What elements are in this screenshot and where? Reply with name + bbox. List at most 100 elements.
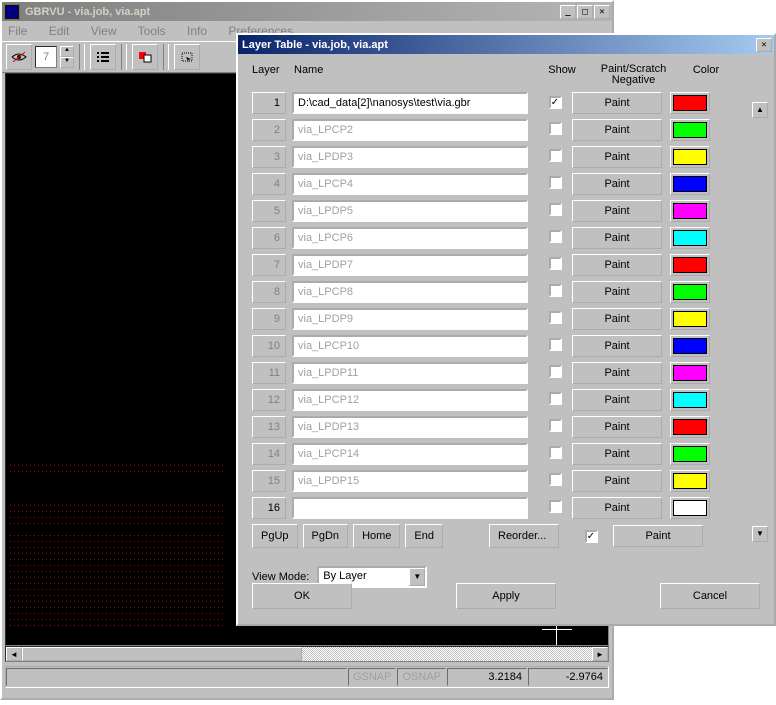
layer-name-input[interactable]: via_LPCP8: [292, 281, 528, 303]
home-button[interactable]: Home: [353, 524, 400, 548]
layer-number-button[interactable]: 15: [252, 470, 286, 492]
pgdn-button[interactable]: PgDn: [303, 524, 349, 548]
show-checkbox[interactable]: [549, 149, 562, 162]
scroll-down-icon[interactable]: ▼: [752, 526, 768, 542]
layer-number-button[interactable]: 6: [252, 227, 286, 249]
color-button[interactable]: [670, 200, 710, 222]
layer-name-input[interactable]: via_LPCP4: [292, 173, 528, 195]
pgup-button[interactable]: PgUp: [252, 524, 298, 548]
paint-button[interactable]: Paint: [572, 254, 662, 276]
layer-number-button[interactable]: 11: [252, 362, 286, 384]
layer-name-input[interactable]: via_LPDP9: [292, 308, 528, 330]
layer-name-input[interactable]: via_LPCP6: [292, 227, 528, 249]
tool-select-icon[interactable]: [174, 44, 200, 70]
show-checkbox[interactable]: [549, 257, 562, 270]
color-button[interactable]: [670, 389, 710, 411]
paint-button[interactable]: Paint: [572, 389, 662, 411]
menu-tools[interactable]: Tools: [138, 24, 166, 38]
layer-name-input[interactable]: via_LPDP11: [292, 362, 528, 384]
show-checkbox[interactable]: [549, 311, 562, 324]
layer-name-input[interactable]: via_LPDP3: [292, 146, 528, 168]
status-osnap[interactable]: OSNAP: [397, 668, 446, 686]
layer-name-input[interactable]: via_LPDP5: [292, 200, 528, 222]
layer-name-input[interactable]: via_LPDP7: [292, 254, 528, 276]
show-checkbox[interactable]: [549, 230, 562, 243]
color-button[interactable]: [670, 497, 710, 519]
paint-button[interactable]: Paint: [572, 470, 662, 492]
apply-button[interactable]: Apply: [456, 583, 556, 609]
paint-button[interactable]: Paint: [572, 362, 662, 384]
layer-number-button[interactable]: 8: [252, 281, 286, 303]
dialog-v-scrollbar[interactable]: ▲ ▼: [752, 102, 768, 542]
layer-number-button[interactable]: 3: [252, 146, 286, 168]
layer-name-input[interactable]: via_LPCP12: [292, 389, 528, 411]
menu-file[interactable]: File: [8, 24, 27, 38]
layer-number-button[interactable]: 12: [252, 389, 286, 411]
scroll-up-icon[interactable]: ▲: [752, 102, 768, 118]
color-button[interactable]: [670, 119, 710, 141]
scroll-left-icon[interactable]: ◄: [6, 647, 22, 661]
color-button[interactable]: [670, 308, 710, 330]
layer-number-button[interactable]: 5: [252, 200, 286, 222]
menu-info[interactable]: Info: [187, 24, 207, 38]
dialog-close-button[interactable]: ✕: [756, 38, 772, 52]
show-checkbox[interactable]: [549, 500, 562, 513]
color-button[interactable]: [670, 443, 710, 465]
scroll-thumb[interactable]: [22, 647, 302, 661]
layer-number-button[interactable]: 16: [252, 497, 286, 519]
end-button[interactable]: End: [405, 524, 443, 548]
show-all-checkbox[interactable]: [585, 530, 598, 543]
show-checkbox[interactable]: [549, 338, 562, 351]
paint-button[interactable]: Paint: [572, 146, 662, 168]
paint-button[interactable]: Paint: [572, 308, 662, 330]
layer-name-input[interactable]: [292, 497, 528, 519]
show-checkbox[interactable]: [549, 176, 562, 189]
paint-button[interactable]: Paint: [572, 497, 662, 519]
color-button[interactable]: [670, 92, 710, 114]
show-checkbox[interactable]: [549, 446, 562, 459]
paint-button[interactable]: Paint: [572, 92, 662, 114]
menu-view[interactable]: View: [91, 24, 117, 38]
color-button[interactable]: [670, 254, 710, 276]
show-checkbox[interactable]: [549, 122, 562, 135]
color-button[interactable]: [670, 335, 710, 357]
color-button[interactable]: [670, 227, 710, 249]
layer-spin-arrows[interactable]: ▲▼: [60, 46, 74, 68]
color-button[interactable]: [670, 470, 710, 492]
layer-spin-value[interactable]: 7: [35, 46, 57, 68]
main-titlebar[interactable]: GBRVU - via.job, via.apt _ □ ✕: [2, 2, 612, 21]
color-button[interactable]: [670, 416, 710, 438]
paint-button[interactable]: Paint: [572, 335, 662, 357]
layer-number-button[interactable]: 7: [252, 254, 286, 276]
layer-name-input[interactable]: via_LPCP14: [292, 443, 528, 465]
ok-button[interactable]: OK: [252, 583, 352, 609]
layer-number-button[interactable]: 14: [252, 443, 286, 465]
show-checkbox[interactable]: [549, 96, 562, 109]
layer-name-input[interactable]: D:\cad_data[2]\nanosys\test\via.gbr: [292, 92, 528, 114]
cancel-button[interactable]: Cancel: [660, 583, 760, 609]
show-checkbox[interactable]: [549, 284, 562, 297]
layer-number-button[interactable]: 13: [252, 416, 286, 438]
color-button[interactable]: [670, 173, 710, 195]
layer-name-input[interactable]: via_LPDP13: [292, 416, 528, 438]
layer-number-button[interactable]: 10: [252, 335, 286, 357]
show-checkbox[interactable]: [549, 473, 562, 486]
layer-number-button[interactable]: 9: [252, 308, 286, 330]
paint-button[interactable]: Paint: [572, 443, 662, 465]
paint-button[interactable]: Paint: [572, 281, 662, 303]
color-button[interactable]: [670, 281, 710, 303]
dialog-titlebar[interactable]: Layer Table - via.job, via.apt ✕: [238, 35, 774, 54]
status-gsnap[interactable]: GSNAP: [348, 668, 397, 686]
tool-overlap-icon[interactable]: [132, 44, 158, 70]
layer-number-button[interactable]: 2: [252, 119, 286, 141]
paint-all-button[interactable]: Paint: [613, 525, 703, 547]
show-checkbox[interactable]: [549, 392, 562, 405]
paint-button[interactable]: Paint: [572, 119, 662, 141]
show-checkbox[interactable]: [549, 419, 562, 432]
layer-name-input[interactable]: via_LPDP15: [292, 470, 528, 492]
paint-button[interactable]: Paint: [572, 173, 662, 195]
menu-edit[interactable]: Edit: [49, 24, 70, 38]
color-button[interactable]: [670, 146, 710, 168]
color-button[interactable]: [670, 362, 710, 384]
paint-button[interactable]: Paint: [572, 416, 662, 438]
